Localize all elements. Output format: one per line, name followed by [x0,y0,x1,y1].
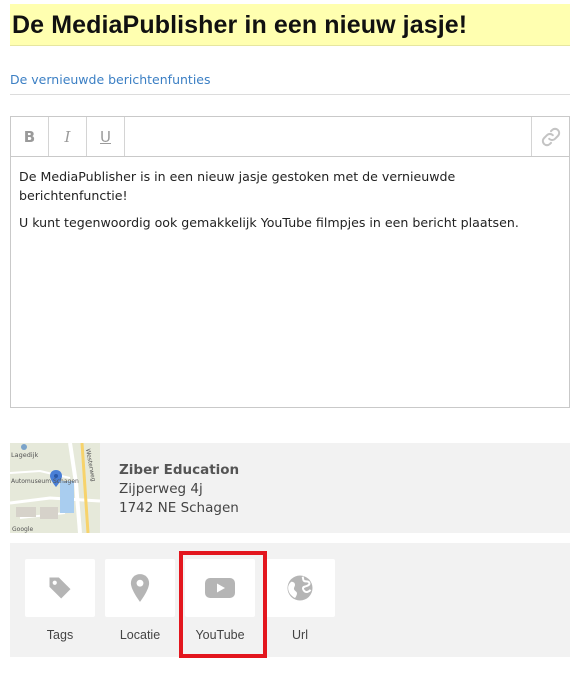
location-city: 1742 NE Schagen [119,500,239,516]
location-card[interactable]: Lagedijk Automuseum Schagen Westerweg Go… [10,443,570,533]
location-name: Ziber Education [119,462,240,478]
attach-tile[interactable] [105,559,175,617]
attach-label: Locatie [119,628,161,642]
map-place-label: Lagedijk [11,451,38,459]
page-title: De MediaPublisher in een nieuw jasje! [12,11,468,39]
location-pin-icon [130,574,150,602]
attach-tile[interactable] [185,559,255,617]
globe-icon [287,575,313,601]
insert-link-button[interactable] [531,117,569,156]
location-details: Ziber Education Zijperweg 4j 1742 NE Sch… [119,461,239,518]
map-credit: Google [12,526,33,533]
page-subtitle[interactable]: De vernieuwde berichtenfunties [10,72,570,95]
map-image: Lagedijk Automuseum Schagen Westerweg Go… [10,443,100,533]
underline-button[interactable]: U [87,117,125,156]
message-editor[interactable]: B I U De MediaPublisher is in een nieuw … [10,116,570,408]
attach-youtube-button[interactable]: YouTube [185,559,255,642]
bold-button[interactable]: B [11,117,49,156]
attach-tags-button[interactable]: Tags [25,559,95,642]
attach-location-button[interactable]: Locatie [105,559,175,642]
youtube-icon [205,578,235,598]
attach-tile[interactable] [25,559,95,617]
title-bar: De MediaPublisher in een nieuw jasje! [10,4,570,46]
editor-paragraph: De MediaPublisher is in een nieuw jasje … [19,169,456,203]
italic-button[interactable]: I [49,117,87,156]
map-poi-label: Automuseum Schagen [11,478,79,485]
attach-label: Url [292,628,308,642]
attachment-panel: Tags Locatie YouTube Url [10,543,570,657]
editor-content[interactable]: De MediaPublisher is in een nieuw jasje … [11,157,569,232]
attach-label: YouTube [195,628,245,642]
attach-label: Tags [46,628,74,642]
link-icon [541,127,560,146]
editor-paragraph: U kunt tegenwoordig ook gemakkelijk YouT… [19,215,519,230]
attach-url-button[interactable]: Url [265,559,335,642]
attach-tile[interactable] [265,559,335,617]
location-street: Zijperweg 4j [119,481,203,497]
map-thumbnail[interactable]: Lagedijk Automuseum Schagen Westerweg Go… [10,443,100,533]
tag-icon [49,577,71,599]
editor-toolbar: B I U [11,117,569,157]
